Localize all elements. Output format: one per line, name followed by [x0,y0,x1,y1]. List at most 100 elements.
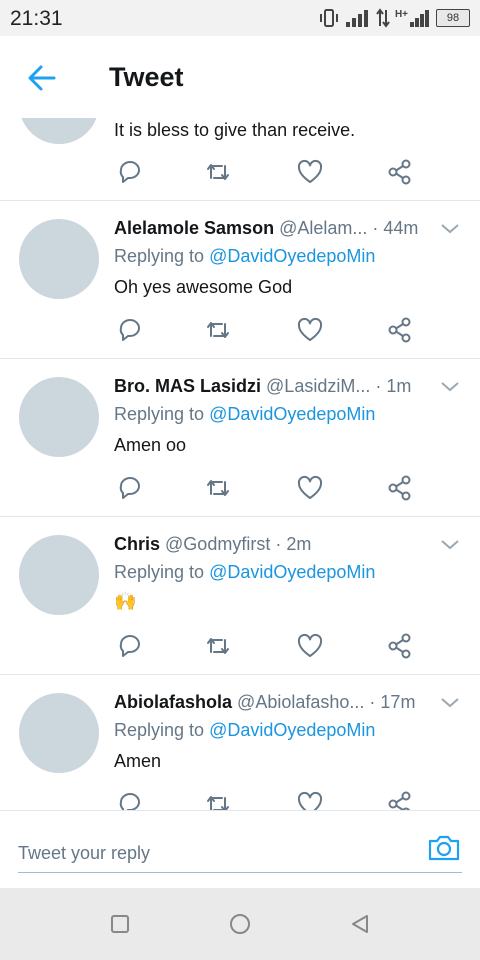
heart-icon [297,159,323,183]
status-time: 21:31 [10,7,63,30]
like-button[interactable] [296,158,324,186]
triangle-back-icon [352,915,368,933]
tweet-time: · 2m [275,534,312,554]
tweet-time: · 1m [375,376,412,396]
avatar[interactable] [19,219,99,299]
recents-button[interactable] [108,912,132,936]
avatar[interactable] [19,535,99,615]
reply-button[interactable] [116,316,144,344]
circle-icon [230,914,250,934]
reply-mention-link[interactable]: @DavidOyedepoMin [209,562,375,582]
avatar[interactable] [19,118,99,144]
heart-icon [297,633,323,657]
reply-mention-link[interactable]: @DavidOyedepoMin [209,720,375,740]
author-name[interactable]: Bro. MAS Lasidzi [114,376,261,396]
avatar[interactable] [19,693,99,773]
chevron-down-icon[interactable] [440,538,460,552]
home-button[interactable] [228,912,252,936]
tweet-header: Bro. MAS Lasidzi @LasidziM... · 1m [114,376,436,397]
tweet-item[interactable]: Bro. MAS Lasidzi @LasidziM... · 1m Reply… [0,359,480,517]
heart-icon [297,317,323,341]
chevron-down-icon[interactable] [440,222,460,236]
share-button[interactable] [386,158,414,186]
tweet-item[interactable]: Abiolafashola @Abiolafasho... · 17m Repl… [0,675,480,810]
speech-bubble-icon [119,319,140,341]
camera-button[interactable] [427,833,461,863]
reply-button[interactable] [116,474,144,502]
page-title: Tweet [109,62,184,92]
replying-to: Replying to @DavidOyedepoMin [114,720,375,741]
retweet-button[interactable] [204,632,232,660]
replying-to: Replying to @DavidOyedepoMin [114,246,375,267]
retweet-icon [207,322,229,338]
tweet-actions [116,632,416,660]
heart-icon [297,791,323,810]
reply-button[interactable] [116,158,144,186]
battery-icon: 98 [436,9,470,27]
tweet-actions [116,474,416,502]
share-button[interactable] [386,316,414,344]
reply-mention-link[interactable]: @DavidOyedepoMin [209,404,375,424]
share-button[interactable] [386,790,414,810]
tweet-text: Oh yes awesome God [114,277,293,297]
square-icon [111,915,129,933]
tweet-header: Alelamole Samson @Alelam... · 44m [114,218,436,239]
tweet-actions [116,158,416,186]
status-icons: H+ 98 [318,7,470,29]
reply-feed[interactable]: It is bless to give than receive. Alelam… [0,118,480,810]
chevron-down-icon[interactable] [440,696,460,710]
author-handle[interactable]: @Alelam... [279,218,367,238]
share-button[interactable] [386,632,414,660]
share-icon [388,475,411,501]
replying-to-label: Replying to [114,720,205,740]
like-button[interactable] [296,632,324,660]
tweet-text: It is bless to give than receive. [114,120,356,140]
retweet-button[interactable] [204,158,232,186]
replying-to-label: Replying to [114,246,205,266]
share-icon [388,791,411,810]
retweet-icon [207,796,229,810]
like-button[interactable] [296,316,324,344]
tweet-item[interactable]: Alelamole Samson @Alelam... · 44m Replyi… [0,201,480,359]
retweet-icon [207,164,229,180]
reply-input[interactable] [18,835,462,873]
avatar[interactable] [19,377,99,457]
tweet-text: Amen oo [114,435,187,455]
network-type: H+ [394,8,408,20]
share-button[interactable] [386,474,414,502]
tweet-header: Abiolafashola @Abiolafasho... · 17m [114,692,436,713]
author-handle[interactable]: @LasidziM... [266,376,370,396]
retweet-button[interactable] [204,790,232,810]
speech-bubble-icon [119,793,140,810]
like-button[interactable] [296,790,324,810]
tweet-item[interactable]: Chris @Godmyfirst · 2m Replying to @Davi… [0,517,480,675]
retweet-button[interactable] [204,316,232,344]
signal-icon-2 [410,10,429,27]
back-nav-button[interactable] [348,912,372,936]
data-transfer-icon [376,8,390,28]
author-handle[interactable]: @Abiolafasho... [237,692,364,712]
reply-mention-link[interactable]: @DavidOyedepoMin [209,246,375,266]
like-button[interactable] [296,474,324,502]
reply-bar [0,810,480,888]
camera-icon [428,835,460,861]
reply-button[interactable] [116,632,144,660]
back-button[interactable] [26,64,58,92]
tweet-actions [116,790,416,810]
replying-to: Replying to @DavidOyedepoMin [114,562,375,583]
author-handle[interactable]: @Godmyfirst [165,534,270,554]
tweet-item[interactable]: It is bless to give than receive. [0,118,480,201]
signal-icon [345,10,368,27]
replying-to: Replying to @DavidOyedepoMin [114,404,375,425]
author-name[interactable]: Alelamole Samson [114,218,274,238]
tweet-actions [116,316,416,344]
share-icon [388,633,411,659]
header: Tweet [0,36,480,118]
author-name[interactable]: Chris [114,534,160,554]
reply-button[interactable] [116,790,144,810]
vibrate-icon [319,9,338,27]
chevron-down-icon[interactable] [440,380,460,394]
retweet-icon [207,638,229,654]
author-name[interactable]: Abiolafashola [114,692,232,712]
retweet-button[interactable] [204,474,232,502]
